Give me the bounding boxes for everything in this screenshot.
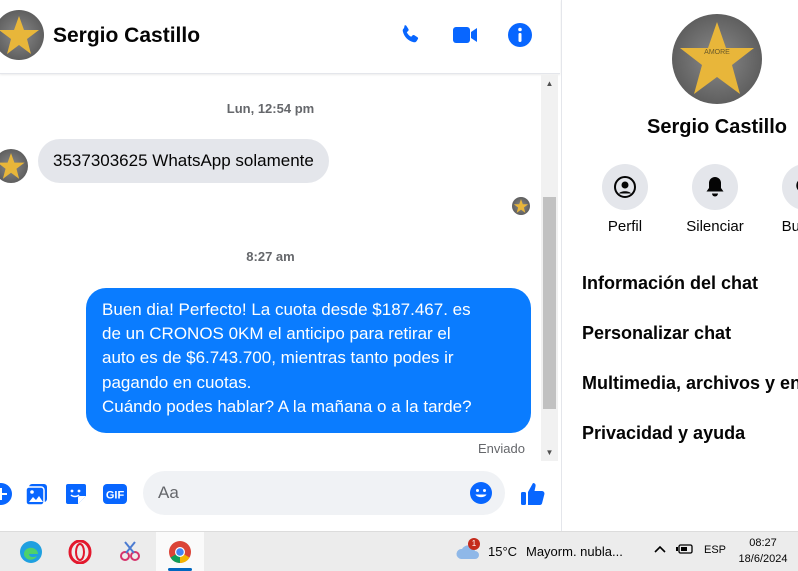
menu-media-files[interactable]: Multimedia, archivos y enlaces — [582, 373, 798, 394]
sticker-icon[interactable] — [63, 481, 89, 507]
video-icon[interactable] — [451, 21, 479, 49]
weather-temperature[interactable]: 15°C — [488, 544, 517, 559]
like-thumb-icon[interactable] — [518, 479, 548, 509]
message-line: Buen dia! Perfecto! La cuota desde $187.… — [102, 300, 471, 319]
chrome-browser-icon[interactable] — [166, 538, 194, 566]
message-list: Lun, 12:54 pm 3537303625 WhatsApp solame… — [0, 75, 541, 461]
message-line: de un CRONOS 0KM el anticipo para retira… — [102, 324, 451, 344]
search-action[interactable]: Buscar — [765, 164, 798, 235]
taskbar-active-app[interactable] — [156, 532, 204, 571]
mute-label: Silenciar — [686, 218, 744, 235]
message-status: Enviado — [478, 441, 525, 456]
profile-icon[interactable] — [602, 164, 648, 210]
sender-avatar — [0, 149, 28, 183]
search-label: Buscar — [781, 218, 798, 235]
incoming-message[interactable]: 3537303625 WhatsApp solamente — [38, 139, 329, 183]
profile-action[interactable]: Perfil — [585, 164, 665, 235]
weather-notification-badge: 1 — [468, 538, 480, 550]
menu-privacy-help[interactable]: Privacidad y ayuda — [582, 423, 745, 444]
chat-column: Sergio Castillo Lun, 12:54 pm 3537303625… — [0, 0, 560, 531]
panel-contact-name: Sergio Castillo — [646, 116, 788, 138]
chat-header: Sergio Castillo — [0, 0, 560, 74]
scrollbar-thumb[interactable] — [543, 197, 556, 409]
battery-icon[interactable] — [676, 543, 694, 558]
timestamp: 8:27 am — [246, 249, 295, 264]
input-language[interactable]: ESP — [704, 544, 726, 556]
message-scrollbar[interactable]: ▲ ▼ — [541, 75, 558, 461]
menu-chat-info[interactable]: Información del chat — [582, 273, 758, 294]
read-receipt-avatar — [512, 197, 530, 215]
show-hidden-icons-chevron-icon[interactable] — [653, 542, 667, 559]
panel-contact-avatar[interactable]: AMORE — [672, 14, 762, 104]
message-line: auto es de $6.743.700, mientras tanto po… — [102, 348, 454, 368]
windows-taskbar: 1 15°C Mayorm. nubla... ESP 08:27 18/6/2… — [0, 531, 798, 571]
more-actions-icon[interactable] — [0, 481, 14, 507]
contact-avatar[interactable] — [0, 10, 44, 60]
edge-browser-icon[interactable] — [17, 538, 45, 566]
message-composer: GIF — [0, 465, 560, 525]
weather-description[interactable]: Mayorm. nubla... — [526, 544, 623, 559]
opera-browser-icon[interactable] — [66, 538, 94, 566]
contact-name[interactable]: Sergio Castillo — [53, 24, 200, 48]
snipping-tool-icon[interactable] — [116, 538, 144, 566]
gif-icon[interactable]: GIF — [102, 481, 128, 507]
conversation-details-panel: AMORE Sergio Castillo Perfil Silenciar B… — [561, 0, 798, 531]
emoji-icon[interactable] — [469, 481, 493, 505]
clock-time: 08:27 — [749, 537, 777, 549]
image-icon[interactable] — [24, 481, 50, 507]
message-input-wrapper — [143, 471, 505, 515]
svg-text:AMORE: AMORE — [704, 49, 730, 56]
search-icon[interactable] — [782, 164, 798, 210]
message-line: Cuándo podes hablar? A la mañana o a la … — [102, 396, 472, 416]
profile-label: Perfil — [607, 218, 643, 235]
gif-label: GIF — [106, 490, 125, 502]
phone-icon[interactable] — [396, 21, 424, 49]
mute-action[interactable]: Silenciar — [675, 164, 755, 235]
info-icon[interactable] — [506, 21, 534, 49]
bell-icon[interactable] — [692, 164, 738, 210]
scroll-up-arrow-icon[interactable]: ▲ — [541, 75, 558, 92]
clock-date: 18/6/2024 — [738, 553, 788, 565]
timestamp: Lun, 12:54 pm — [226, 101, 315, 116]
scroll-down-arrow-icon[interactable]: ▼ — [541, 444, 558, 461]
messenger-window: Sergio Castillo Lun, 12:54 pm 3537303625… — [0, 0, 798, 571]
outgoing-message[interactable]: Buen dia! Perfecto! La cuota desde $187.… — [86, 288, 531, 433]
message-input[interactable] — [158, 471, 458, 515]
system-clock[interactable]: 08:27 18/6/2024 — [735, 535, 791, 567]
message-line: pagando en cuotas. — [102, 372, 252, 392]
menu-customize-chat[interactable]: Personalizar chat — [582, 323, 731, 344]
